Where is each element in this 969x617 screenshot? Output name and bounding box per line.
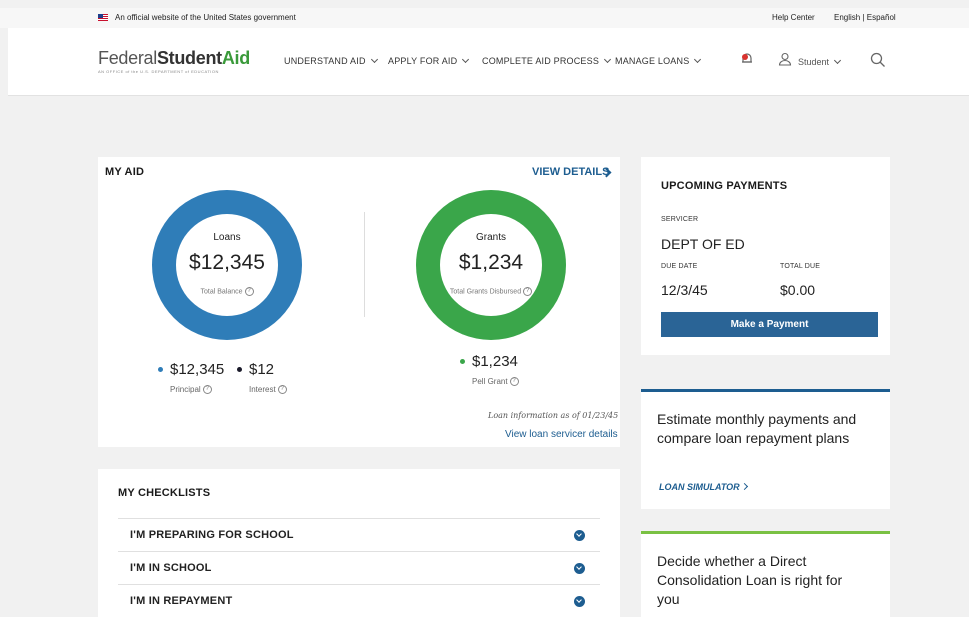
user-icon[interactable] bbox=[778, 52, 792, 66]
expand-icon[interactable] bbox=[574, 596, 585, 607]
grants-total: $1,234 bbox=[458, 251, 524, 274]
help-icon[interactable]: ? bbox=[509, 377, 519, 387]
consolidation-card[interactable]: Decide whether a Direct Consolidation Lo… bbox=[641, 531, 890, 617]
total-grants-label: Total Grants Disbursed? bbox=[416, 287, 566, 296]
loan-simulator-card: Estimate monthly payments and compare lo… bbox=[641, 389, 890, 509]
notification-bell-icon[interactable] bbox=[740, 52, 754, 66]
us-flag-icon bbox=[98, 14, 108, 21]
chevron-down-icon bbox=[462, 55, 470, 64]
help-center-link[interactable]: Help Center bbox=[772, 13, 815, 22]
official-site-text: An official website of the United States… bbox=[115, 13, 296, 22]
checklist-item-in-school[interactable]: I'M IN SCHOOL bbox=[118, 551, 600, 584]
chevron-down-icon bbox=[370, 55, 378, 64]
checklist-item-preparing[interactable]: I'M PREPARING FOR SCHOOL bbox=[118, 518, 600, 551]
upcoming-payments-card: UPCOMING PAYMENTS SERVICER DEPT OF ED DU… bbox=[641, 157, 890, 355]
principal-label: Principal? bbox=[170, 385, 212, 395]
chevron-right-icon bbox=[740, 482, 748, 491]
make-payment-button[interactable]: Make a Payment bbox=[661, 312, 878, 337]
checklist-label: I'M IN REPAYMENT bbox=[130, 595, 233, 607]
checklist-label: I'M PREPARING FOR SCHOOL bbox=[130, 529, 294, 541]
loans-label: Loans bbox=[213, 232, 241, 243]
fsa-logo[interactable]: FederalStudentAid bbox=[98, 48, 250, 69]
my-aid-title: MY AID bbox=[105, 166, 145, 178]
upcoming-payments-title: UPCOMING PAYMENTS bbox=[661, 180, 788, 192]
help-icon[interactable]: ? bbox=[523, 287, 533, 296]
help-icon[interactable]: ? bbox=[277, 385, 287, 395]
chevron-down-icon bbox=[603, 55, 612, 64]
nav-apply-for-aid[interactable]: APPLY FOR AID bbox=[388, 55, 470, 66]
pell-legend-dot bbox=[460, 359, 465, 364]
servicer-value: DEPT OF ED bbox=[661, 236, 745, 252]
language-toggle[interactable]: English | Español bbox=[834, 13, 896, 22]
total-due-label: TOTAL DUE bbox=[780, 263, 821, 270]
view-servicer-details-link[interactable]: View loan servicer details bbox=[505, 429, 618, 440]
principal-value: $12,345 bbox=[170, 361, 225, 378]
expand-icon[interactable] bbox=[574, 563, 585, 574]
nav-manage-loans[interactable]: MANAGE LOANS bbox=[615, 55, 702, 66]
search-icon[interactable] bbox=[870, 52, 886, 68]
loan-info-date: Loan information as of 01/23/45 bbox=[488, 411, 619, 420]
nav-understand-aid[interactable]: UNDERSTAND AID bbox=[284, 55, 378, 66]
principal-legend-dot bbox=[158, 367, 163, 372]
nav-complete-aid-process[interactable]: COMPLETE AID PROCESS bbox=[482, 55, 612, 66]
consolidation-description: Decide whether a Direct Consolidation Lo… bbox=[657, 553, 843, 607]
divider bbox=[364, 212, 365, 317]
gov-banner: An official website of the United States… bbox=[0, 8, 969, 28]
my-checklists-title: MY CHECKLISTS bbox=[118, 487, 211, 499]
due-date-value: 12/3/45 bbox=[661, 282, 708, 298]
my-checklists-card: MY CHECKLISTS I'M PREPARING FOR SCHOOL I… bbox=[98, 469, 620, 617]
interest-label: Interest? bbox=[249, 385, 287, 395]
checklist-label: I'M IN SCHOOL bbox=[130, 562, 212, 574]
help-icon[interactable]: ? bbox=[244, 287, 254, 296]
checklist-item-repayment[interactable]: I'M IN REPAYMENT bbox=[118, 584, 600, 617]
my-aid-card: MY AID VIEW DETAILS Loans $12,345 Total … bbox=[98, 157, 620, 447]
logo-subtitle: AN OFFICE of the U.S. DEPARTMENT of EDUC… bbox=[98, 69, 219, 74]
total-due-value: $0.00 bbox=[780, 282, 816, 298]
chevron-down-icon bbox=[694, 55, 702, 64]
total-balance-label: Total Balance? bbox=[152, 287, 302, 296]
loans-total-balance: $12,345 bbox=[189, 251, 265, 274]
pell-label: Pell Grant? bbox=[472, 377, 519, 387]
simulator-description: Estimate monthly payments and compare lo… bbox=[657, 411, 857, 446]
help-icon[interactable]: ? bbox=[202, 385, 212, 395]
interest-value: $12 bbox=[249, 361, 275, 378]
interest-legend-dot bbox=[237, 367, 242, 372]
chevron-down-icon bbox=[833, 56, 842, 65]
loan-simulator-link[interactable]: LOAN SIMULATOR bbox=[659, 482, 748, 492]
expand-icon[interactable] bbox=[574, 530, 585, 541]
site-header: FederalStudentAid AN OFFICE of the U.S. … bbox=[8, 28, 969, 96]
grants-label: Grants bbox=[475, 232, 506, 243]
view-details-link[interactable]: VIEW DETAILS bbox=[532, 166, 609, 178]
servicer-label: SERVICER bbox=[661, 216, 699, 223]
user-menu[interactable]: Student bbox=[798, 56, 842, 67]
due-date-label: DUE DATE bbox=[661, 263, 698, 270]
pell-value: $1,234 bbox=[472, 353, 518, 370]
